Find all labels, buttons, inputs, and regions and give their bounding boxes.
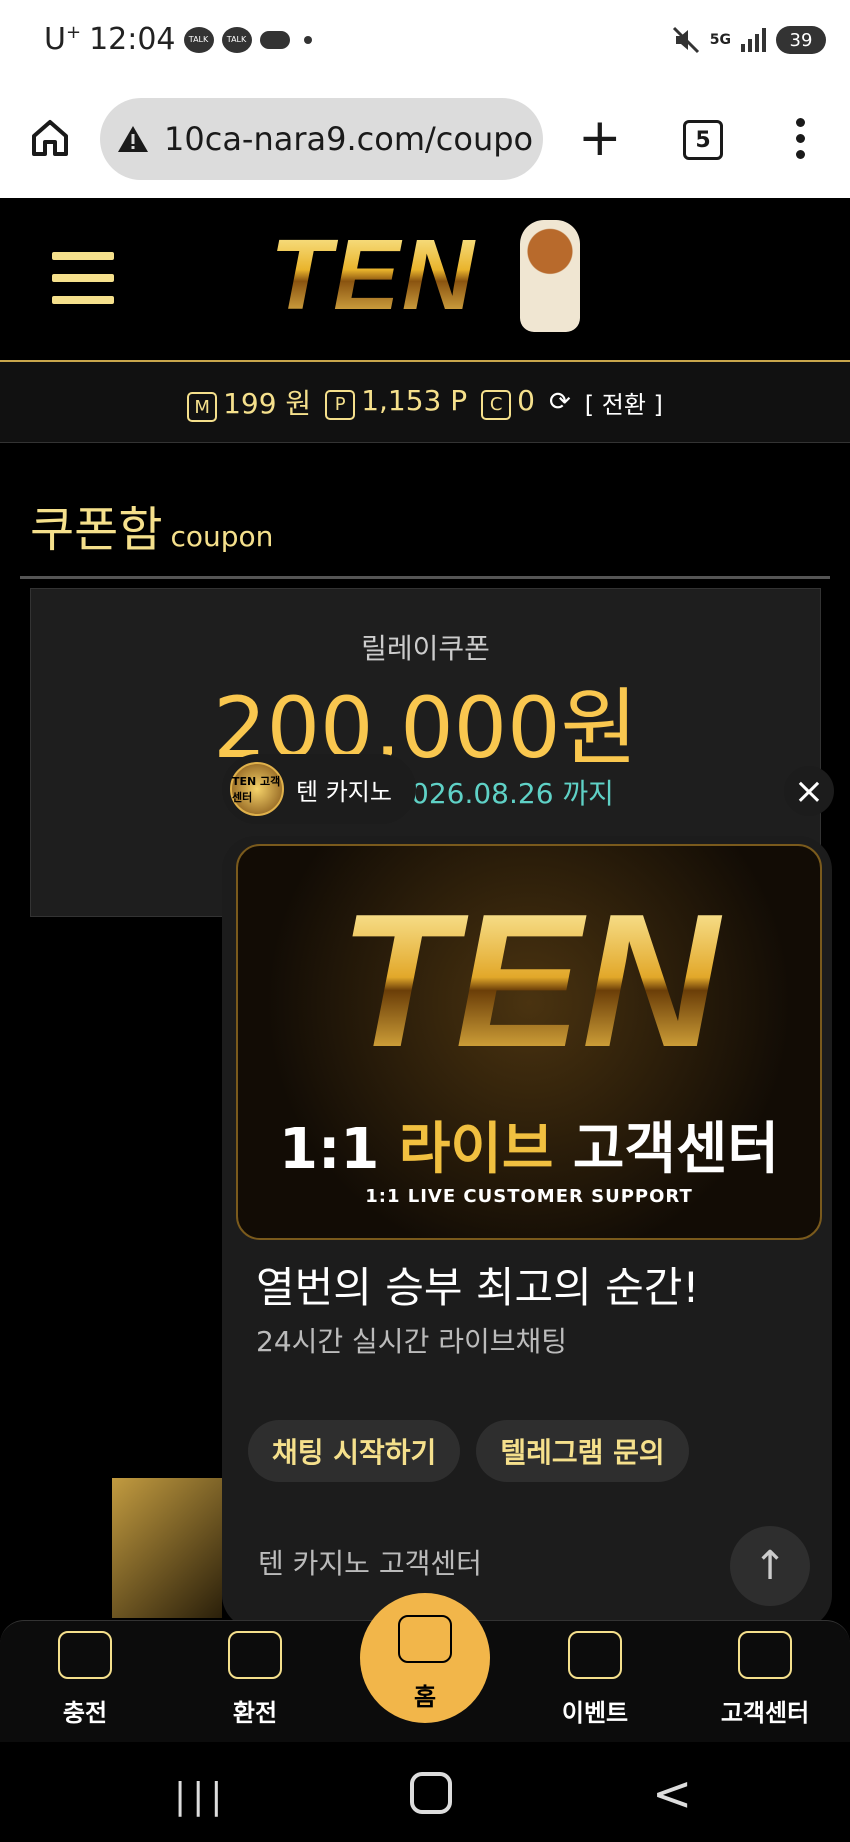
nav-withdraw-label: 환전 [232, 1699, 278, 1727]
recent-apps-icon[interactable]: ||| [174, 1776, 228, 1817]
support-agent-icon [738, 1631, 792, 1679]
nav-deposit[interactable]: 충전 [30, 1631, 140, 1728]
kakaotalk-icon-2: TALK [221, 26, 252, 53]
notification-dot-icon [303, 35, 312, 44]
gift-icon [568, 1631, 622, 1679]
status-right: 5G 39 [672, 26, 826, 54]
chat-popup: TEN 1:1 라이브 고객센터 1:1 LIVE CUSTOMER SUPPO… [222, 836, 832, 1629]
battery-icon: 39 [776, 26, 826, 54]
deposit-icon [58, 1631, 112, 1679]
banner-line-part1: 1:1 [279, 1117, 380, 1182]
banner-title: TEN [238, 886, 820, 1076]
system-nav-bar: ||| < [0, 1742, 850, 1842]
ten-logo-icon: TEN 고객센터 [230, 762, 284, 816]
coupon-amount: 200,000원 [213, 679, 638, 777]
nav-support[interactable]: 고객센터 [710, 1631, 820, 1728]
mute-icon [672, 26, 699, 54]
url-text[interactable]: 10ca-nara9.com/coupor [164, 120, 534, 158]
cloud-icon [259, 30, 290, 49]
coin-value: 0 [517, 384, 535, 418]
site-header: TEN [0, 198, 850, 362]
back-icon[interactable]: < [652, 1766, 692, 1822]
nav-event[interactable]: 이벤트 [540, 1631, 650, 1728]
background-banner [112, 1478, 222, 1618]
address-bar[interactable]: 10ca-nara9.com/coupor [100, 98, 543, 180]
scroll-up-icon[interactable]: ↑ [730, 1526, 810, 1606]
switch-button[interactable]: [ 전환 ] [585, 385, 663, 420]
menu-icon[interactable] [52, 252, 114, 318]
kakaotalk-icon: TALK [183, 26, 214, 53]
status-left: U+ 12:04 TALK TALK [44, 22, 312, 57]
carrier-label: U+ [44, 22, 81, 57]
popup-subheading: 24시간 실시간 라이브채팅 [256, 1325, 568, 1358]
nav-deposit-label: 충전 [62, 1699, 108, 1727]
popup-heading: 열번의 승부 최고의 순간! [256, 1263, 700, 1312]
warning-icon[interactable] [116, 124, 150, 154]
carrier-name: U [44, 22, 66, 57]
money-value: 199 원 [223, 386, 312, 420]
nav-home[interactable]: 홈 [360, 1593, 490, 1723]
support-banner[interactable]: TEN 1:1 라이브 고객센터 1:1 LIVE CUSTOMER SUPPO… [236, 844, 822, 1240]
coin-balance: C0 [481, 384, 535, 420]
page-title-text: 쿠폰함 [30, 502, 163, 558]
system-home-icon[interactable] [410, 1772, 452, 1814]
popup-actions: 채팅 시작하기 텔레그램 문의 [248, 1420, 689, 1482]
money-icon: M [187, 392, 218, 423]
balance-bar: M 199 원 P 1,153 P C0 ⟳ [ 전환 ] [0, 362, 850, 443]
bear-mascot-icon [520, 220, 580, 332]
point-icon: P [325, 389, 356, 420]
coupon-expiry: 026.08.26 까지 [411, 777, 614, 810]
nav-home-label: 홈 [413, 1683, 437, 1711]
title-divider [20, 576, 830, 579]
status-bar: U+ 12:04 TALK TALK 5G 39 [0, 0, 850, 86]
clock: 12:04 [89, 22, 176, 57]
telegram-inquiry-button[interactable]: 텔레그램 문의 [476, 1420, 689, 1482]
point-value: 1,153 P [361, 384, 468, 418]
page-subtitle: coupon [170, 520, 274, 553]
signal-icon [741, 28, 766, 52]
nav-withdraw[interactable]: 환전 [200, 1631, 310, 1728]
chat-widget-chip[interactable]: TEN 고객센터 텐 카지노 [222, 754, 416, 824]
point-balance: P 1,153 P [325, 384, 467, 420]
more-menu-icon[interactable] [796, 118, 806, 159]
home-icon[interactable] [28, 116, 72, 160]
popup-footer: 텐 카지노 고객센터 [258, 1547, 482, 1580]
page-title: 쿠폰함 coupon [30, 490, 273, 560]
browser-toolbar: 10ca-nara9.com/coupor + 5 [0, 86, 850, 198]
site-logo[interactable]: TEN [270, 218, 476, 333]
heart-home-icon [398, 1615, 452, 1663]
network-label: 5G [709, 32, 731, 48]
nav-support-label: 고객센터 [720, 1699, 810, 1727]
close-icon[interactable]: × [784, 766, 834, 816]
coin-icon: C [481, 389, 512, 420]
nav-event-label: 이벤트 [561, 1699, 629, 1727]
new-tab-button[interactable]: + [578, 112, 622, 164]
refresh-icon[interactable]: ⟳ [549, 387, 571, 417]
withdraw-icon [228, 1631, 282, 1679]
start-chat-button[interactable]: 채팅 시작하기 [248, 1420, 461, 1482]
carrier-sup: + [65, 22, 82, 43]
banner-headline: 1:1 라이브 고객센터 [238, 1104, 820, 1185]
bottom-nav: 충전 환전 홈 이벤트 고객센터 [0, 1593, 850, 1743]
banner-line-part3: 고객센터 [572, 1117, 779, 1182]
chip-label: 텐 카지노 [296, 777, 392, 806]
banner-line-part2: 라이브 [398, 1117, 554, 1182]
banner-english: 1:1 LIVE CUSTOMER SUPPORT [365, 1186, 693, 1207]
money-balance: M 199 원 [187, 382, 311, 423]
tab-switcher-button[interactable]: 5 [683, 120, 723, 160]
